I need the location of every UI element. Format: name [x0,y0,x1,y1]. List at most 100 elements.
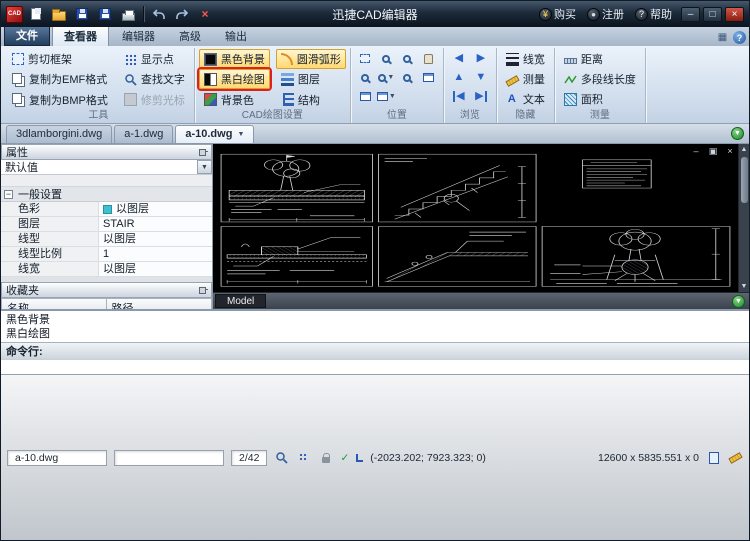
structure-button[interactable]: 结构 [276,90,346,110]
redo-button[interactable] [172,4,192,24]
zoom-extents-button[interactable] [418,68,439,87]
collapse-icon[interactable]: − [4,189,13,199]
properties-scope-combobox[interactable]: 默认值 ▼ [1,160,212,175]
ribbon-help-icon[interactable]: ? [733,31,746,44]
property-value: 1 [103,248,110,260]
show-points-button[interactable]: 显示点 [119,49,190,69]
drawing-canvas[interactable]: – ▣ × ▲ ▼ Model ▼ [213,144,749,309]
property-row-linetype[interactable]: 线型 以图层 [1,232,212,247]
copy-bmp-button[interactable]: 复制为BMP格式 [7,90,113,110]
buy-button[interactable]: ¥ 购买 [537,4,582,24]
doc-tab-a1[interactable]: a-1.dwg [114,125,174,143]
open-file-button[interactable] [49,4,69,24]
status-grid-icon[interactable] [296,450,311,465]
canvas-vertical-scrollbar[interactable]: ▲ ▼ [738,144,749,292]
user-icon: ● [587,7,600,21]
tab-advanced[interactable]: 高级 [168,26,212,46]
view-list-button[interactable]: ▼ [376,87,397,106]
save-button[interactable] [72,4,92,24]
zoom-window-button[interactable] [355,68,376,87]
drawing-panel-section-2 [378,226,537,287]
status-zoom-icon[interactable] [274,450,289,465]
zoom-in-button[interactable] [376,49,397,68]
undo-button[interactable] [149,4,169,24]
mdi-close-button[interactable]: × [724,146,736,157]
zoom-scale-button[interactable]: ▼ [376,68,397,87]
hide-text-button[interactable]: 文本 [501,89,550,109]
zoom-frame-button[interactable] [355,49,376,68]
scroll-up-icon[interactable]: ▲ [741,144,748,155]
zoom-out-button[interactable] [397,49,418,68]
pin-icon[interactable] [199,286,208,294]
black-white-drawing-button[interactable]: 黑白绘图 [198,69,270,90]
show-points-label: 显示点 [140,54,174,66]
measure-area-button[interactable]: 面积 [559,89,641,109]
layers-button[interactable]: 图层 [276,69,346,89]
minimize-button[interactable]: – [681,6,700,22]
pan-button[interactable] [418,49,439,68]
property-row-color[interactable]: 色彩 以图层 [1,202,212,217]
print-button[interactable] [118,4,138,24]
tab-viewer[interactable]: 查看器 [52,25,109,46]
browse-up-button[interactable]: ▲ [448,68,470,87]
save-as-icon [99,8,111,20]
clip-frame-button[interactable]: 剪切框架 [7,49,113,69]
combo-dropdown-icon[interactable]: ▼ [197,160,212,174]
ribbon-group-title-hide: 隐藏 [515,110,536,121]
smooth-arc-button[interactable]: 圆滑弧形 [275,49,346,69]
status-doc-icon[interactable] [706,450,721,465]
ribbon: 剪切框架 显示点 复制为EMF格式 查找文字 复制为BMP格式 修剪光标 工具 … [1,46,749,124]
browse-right-button[interactable]: ▶ [470,49,492,68]
find-text-button[interactable]: 查找文字 [119,69,190,89]
scroll-down-icon[interactable]: ▼ [741,281,748,292]
clip-frame-icon [12,53,24,65]
show-points-icon [123,52,137,66]
layout-list-button[interactable]: ▼ [732,294,745,308]
black-background-button[interactable]: 黑色背景 [198,49,270,69]
doc-tab-dropdown-icon[interactable]: ▼ [237,131,244,138]
hide-line-width-button[interactable]: 线宽 [501,49,550,69]
command-input[interactable] [1,360,749,374]
copy-emf-button[interactable]: 复制为EMF格式 [7,69,113,89]
property-row-layer[interactable]: 图层 STAIR [1,217,212,232]
hide-measure-button[interactable]: 测量 [501,69,550,89]
save-as-button[interactable] [95,4,115,24]
trim-cursor-button[interactable]: 修剪光标 [119,90,190,110]
browse-down-button[interactable]: ▼ [470,68,492,87]
canvas-viewport[interactable]: – ▣ × ▲ ▼ [213,144,749,292]
property-row-lineweight[interactable]: 线宽 以图层 [1,262,212,277]
tab-list-button[interactable]: ▼ [731,127,744,140]
maximize-button[interactable]: □ [703,6,722,22]
zoom-previous-button[interactable] [397,68,418,87]
property-row-linetype-scale[interactable]: 线型比例 1 [1,247,212,262]
close-document-button[interactable]: × [195,4,215,24]
command-history[interactable]: 黑色背景 黑白绘图 [1,309,749,342]
background-color-button[interactable]: 背景色 [199,90,270,110]
tab-editor[interactable]: 编辑器 [111,26,166,46]
status-ruler-icon[interactable] [728,450,743,465]
new-file-button[interactable] [26,4,46,24]
status-ucs-icon [356,453,364,462]
browse-left-button[interactable]: ◀ [448,49,470,68]
help-button[interactable]: ? 帮助 [633,4,678,24]
mdi-restore-button[interactable]: ▣ [707,146,719,157]
measure-polyline-button[interactable]: 多段线长度 [559,69,641,89]
pin-icon[interactable] [199,148,208,156]
tab-file[interactable]: 文件 [4,24,50,46]
close-button[interactable]: × [725,6,744,22]
style-grid-icon[interactable]: ▦ [716,31,729,44]
measure-distance-button[interactable]: 距离 [559,49,641,69]
tab-output[interactable]: 输出 [214,26,258,46]
browse-first-button[interactable]: ◀ [448,87,470,106]
status-lock-icon[interactable] [318,450,333,465]
properties-group-header[interactable]: − 一般设置 [1,187,212,202]
model-tab[interactable]: Model [215,294,267,308]
mdi-minimize-button[interactable]: – [690,146,702,157]
browse-last-button[interactable]: ▶ [470,87,492,106]
register-button[interactable]: ● 注册 [585,4,630,24]
doc-tab-a10[interactable]: a-10.dwg ▼ [175,125,255,143]
command-input-row[interactable] [1,359,749,374]
scroll-thumb[interactable] [740,157,748,203]
doc-tab-3dlamborgini[interactable]: 3dlamborgini.dwg [6,125,113,143]
view-button[interactable] [355,87,376,106]
